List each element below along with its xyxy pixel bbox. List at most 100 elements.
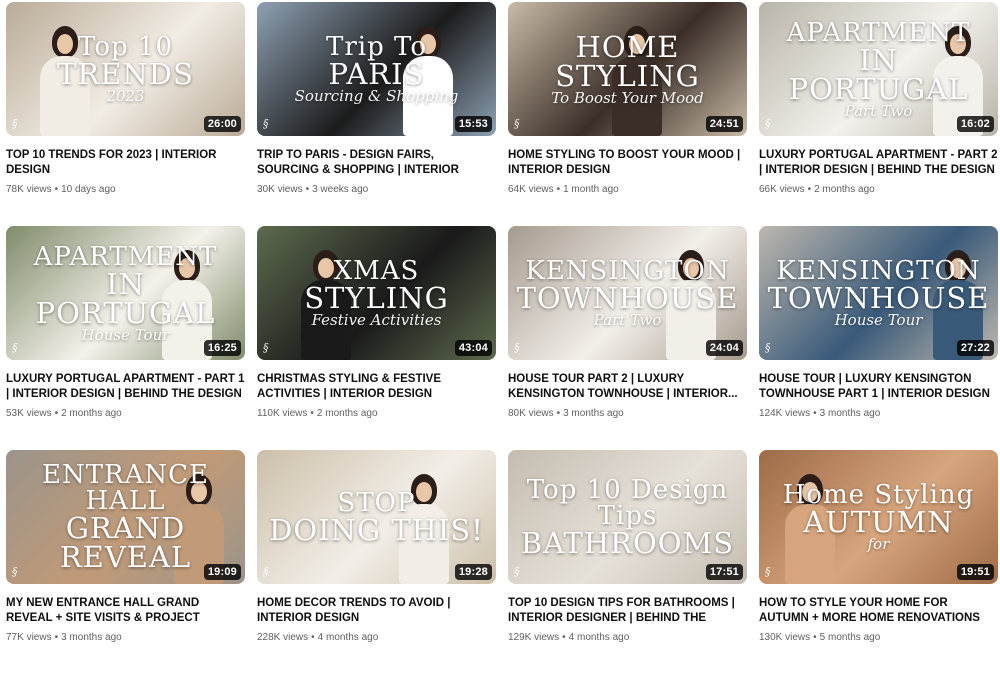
overlay-line-3: Sourcing & Shopping [294,87,459,105]
video-card[interactable]: STOP DOING THIS! § 19:28 HOME DECOR TREN… [257,450,496,674]
overlay-line-2: IN PORTUGAL [788,42,969,106]
view-count: 129K views [508,632,560,643]
video-title[interactable]: CHRISTMAS STYLING & FESTIVE ACTIVITIES |… [257,372,496,402]
overlay-line-3: To Boost Your Mood [551,88,704,107]
video-meta: 66K views • 2 months ago [759,184,998,195]
thumbnail-overlay-text: HOME STYLING To Boost Your Mood [516,16,739,122]
video-title[interactable]: LUXURY PORTUGAL APARTMENT - PART 1 | INT… [6,372,245,402]
view-count: 30K views [257,184,303,195]
upload-age: 4 months ago [568,632,630,643]
video-thumbnail[interactable]: XMAS STYLING Festive Activities § 43:04 [257,226,496,360]
thumbnail-overlay-text: APARTMENT IN PORTUGAL House Tour [14,240,237,346]
video-title[interactable]: TOP 10 TRENDS FOR 2023 | INTERIOR DESIGN [6,148,245,178]
channel-logo-icon: § [765,341,771,354]
separator-dot: • [813,632,817,643]
channel-logo-icon: § [514,341,520,354]
view-count: 66K views [759,184,805,195]
thumbnail-overlay-text: Trip To PARIS Sourcing & Shopping [265,16,488,122]
video-title[interactable]: HOME DECOR TRENDS TO AVOID | INTERIOR DE… [257,596,496,626]
view-count: 228K views [257,632,309,643]
overlay-line-3: for [867,535,890,553]
video-thumbnail[interactable]: KENSINGTON TOWNHOUSE Part Two § 24:04 [508,226,747,360]
duration-badge: 16:25 [203,340,241,356]
video-thumbnail[interactable]: APARTMENT IN PORTUGAL Part Two § 16:02 [759,2,998,136]
view-count: 124K views [759,408,811,419]
video-title[interactable]: TRIP TO PARIS - DESIGN FAIRS, SOURCING &… [257,148,496,178]
upload-age: 1 month ago [563,184,619,195]
channel-logo-icon: § [12,117,18,130]
overlay-line-2: TRENDS [57,57,194,91]
duration-badge: 15:53 [454,116,492,132]
overlay-line-2: GRAND REVEAL [59,511,192,574]
video-card[interactable]: ENTRANCE HALL GRAND REVEAL § 19:09 MY NE… [6,450,245,674]
video-thumbnail[interactable]: HOME STYLING To Boost Your Mood § 24:51 [508,2,747,136]
overlay-line-1: APARTMENT [786,17,971,48]
channel-logo-icon: § [263,565,269,578]
video-thumbnail[interactable]: KENSINGTON TOWNHOUSE House Tour § 27:22 [759,226,998,360]
overlay-line-3: Part Two [593,311,662,329]
channel-logo-icon: § [263,341,269,354]
duration-badge: 19:28 [454,564,492,580]
overlay-line-1: Top 10 Design Tips [526,474,729,531]
upload-age: 2 months ago [316,408,378,419]
video-card[interactable]: KENSINGTON TOWNHOUSE House Tour § 27:22 … [759,226,998,450]
channel-logo-icon: § [12,341,18,354]
upload-age: 5 months ago [819,632,881,643]
video-thumbnail[interactable]: Home Styling AUTUMN for § 19:51 [759,450,998,584]
duration-badge: 19:09 [203,564,241,580]
video-card[interactable]: Top 10 Design Tips BATHROOMS § 17:51 TOP… [508,450,747,674]
video-card[interactable]: Home Styling AUTUMN for § 19:51 HOW TO S… [759,450,998,674]
video-title[interactable]: TOP 10 DESIGN TIPS FOR BATHROOMS | INTER… [508,596,747,626]
duration-badge: 24:04 [705,340,743,356]
video-meta: 53K views • 2 months ago [6,408,245,419]
video-title[interactable]: HOME STYLING TO BOOST YOUR MOOD | INTERI… [508,148,747,178]
upload-age: 2 months ago [61,408,122,419]
duration-badge: 17:51 [705,564,743,580]
separator-dot: • [556,408,561,419]
video-title[interactable]: HOUSE TOUR PART 2 | LUXURY KENSINGTON TO… [508,372,747,402]
video-meta: 64K views • 1 month ago [508,184,747,195]
video-meta: 80K views • 3 months ago [508,408,747,419]
upload-age: 3 months ago [61,632,122,643]
video-card[interactable]: KENSINGTON TOWNHOUSE Part Two § 24:04 HO… [508,226,747,450]
thumbnail-overlay-text: ENTRANCE HALL GRAND REVEAL [14,462,237,574]
upload-age: 3 weeks ago [312,184,369,195]
video-title[interactable]: HOUSE TOUR | LUXURY KENSINGTON TOWNHOUSE… [759,372,998,402]
separator-dot: • [54,184,59,195]
video-card[interactable]: Top 10 TRENDS 2023 § 26:00 TOP 10 TRENDS… [6,2,245,226]
overlay-line-3: Part Two [844,101,913,120]
duration-badge: 27:22 [956,340,994,356]
video-thumbnail[interactable]: APARTMENT IN PORTUGAL House Tour § 16:25 [6,226,245,360]
separator-dot: • [310,408,314,419]
separator-dot: • [305,184,310,195]
video-thumbnail[interactable]: Trip To PARIS Sourcing & Shopping § 15:5… [257,2,496,136]
video-thumbnail[interactable]: ENTRANCE HALL GRAND REVEAL § 19:09 [6,450,245,584]
video-card[interactable]: XMAS STYLING Festive Activities § 43:04 … [257,226,496,450]
video-thumbnail[interactable]: Top 10 TRENDS 2023 § 26:00 [6,2,245,136]
video-card[interactable]: Trip To PARIS Sourcing & Shopping § 15:5… [257,2,496,226]
channel-logo-icon: § [765,565,771,578]
overlay-line-2: PARIS [328,57,425,91]
view-count: 53K views [6,408,52,419]
video-title[interactable]: HOW TO STYLE YOUR HOME FOR AUTUMN + MORE… [759,596,998,626]
video-grid: Top 10 TRENDS 2023 § 26:00 TOP 10 TRENDS… [6,2,998,674]
duration-badge: 43:04 [454,340,492,356]
channel-logo-icon: § [514,565,520,578]
channel-logo-icon: § [765,117,771,130]
video-meta: 30K views • 3 weeks ago [257,184,496,195]
separator-dot: • [54,632,59,643]
video-title[interactable]: MY NEW ENTRANCE HALL GRAND REVEAL + SITE… [6,596,245,626]
overlay-line-3: House Tour [834,311,923,329]
video-card[interactable]: HOME STYLING To Boost Your Mood § 24:51 … [508,2,747,226]
overlay-line-2: HOME STYLING [555,29,700,93]
video-thumbnail[interactable]: Top 10 Design Tips BATHROOMS § 17:51 [508,450,747,584]
video-card[interactable]: APARTMENT IN PORTUGAL Part Two § 16:02 L… [759,2,998,226]
video-title[interactable]: LUXURY PORTUGAL APARTMENT - PART 2 | INT… [759,148,998,178]
overlay-line-3: House Tour [81,325,170,344]
video-thumbnail[interactable]: STOP DOING THIS! § 19:28 [257,450,496,584]
video-card[interactable]: APARTMENT IN PORTUGAL House Tour § 16:25… [6,226,245,450]
overlay-line-3: 2023 [106,87,145,105]
thumbnail-overlay-text: Home Styling AUTUMN for [767,464,990,570]
upload-age: 2 months ago [814,184,875,195]
video-meta: 77K views • 3 months ago [6,632,245,643]
